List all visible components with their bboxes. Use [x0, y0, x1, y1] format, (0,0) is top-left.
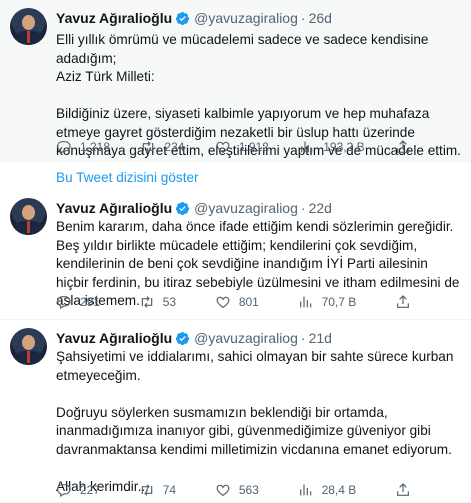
author-handle[interactable]: @yavuzagiraliog — [194, 10, 298, 26]
separator: · — [300, 330, 306, 346]
retweet-button[interactable]: 53 — [139, 294, 176, 310]
views-button[interactable]: 70,7 B — [298, 294, 357, 310]
like-count: 1.912 — [238, 140, 269, 154]
views-icon — [301, 141, 313, 153]
share-button[interactable] — [395, 139, 411, 155]
retweet-count: 74 — [162, 483, 177, 497]
views-count: 70,7 B — [321, 295, 357, 309]
tweet-header: Yavuz Ağıralioğlu @yavuzagiraliog · 22d — [56, 200, 332, 216]
retweet-count: 234 — [164, 140, 185, 154]
reply-icon — [57, 141, 71, 155]
verified-badge-icon — [176, 201, 190, 215]
author-name[interactable]: Yavuz Ağıralioğlu — [56, 330, 172, 346]
views-count: 28,4 B — [321, 483, 357, 497]
share-button[interactable] — [395, 482, 411, 498]
tweet-text: Şahsiyetimi ve iddialarımı, sahici olmay… — [56, 348, 461, 496]
views-count: 193,2 B — [323, 140, 365, 154]
reply-count: 291 — [80, 295, 101, 309]
like-button[interactable]: 563 — [215, 482, 259, 498]
author-name[interactable]: Yavuz Ağıralioğlu — [56, 10, 172, 26]
retweet-icon — [143, 141, 154, 153]
reply-count: 227 — [80, 483, 101, 497]
tweet-paragraph: Şahsiyetimi ve iddialarımı, sahici olmay… — [56, 349, 454, 383]
like-icon — [216, 296, 230, 309]
views-icon — [299, 296, 311, 308]
reply-icon — [57, 484, 71, 498]
reply-icon — [57, 296, 71, 310]
tweet-time[interactable]: 22d — [309, 200, 332, 216]
tweet-paragraph: Elli yıllık ömrümü ve mücadelemi sadece … — [56, 32, 429, 84]
reply-count: 1.218 — [80, 140, 111, 154]
like-icon — [216, 141, 230, 154]
verified-badge-icon — [176, 331, 190, 345]
share-icon — [397, 295, 409, 308]
tweet-actions: 1.218 234 1.912 193,2 B — [56, 139, 411, 155]
avatar[interactable] — [10, 198, 47, 235]
retweet-count: 53 — [162, 295, 177, 309]
author-name[interactable]: Yavuz Ağıralioğlu — [56, 200, 172, 216]
tweet-header: Yavuz Ağıralioğlu @yavuzagiraliog · 26d — [56, 10, 332, 26]
share-button[interactable] — [395, 294, 411, 310]
tweet-1[interactable]: Yavuz Ağıralioğlu @yavuzagiraliog · 26d … — [0, 0, 471, 162]
tweet-header: Yavuz Ağıralioğlu @yavuzagiraliog · 21d — [56, 330, 332, 346]
separator: · — [300, 200, 306, 216]
retweet-icon — [141, 296, 153, 308]
tweet-actions: 227 74 563 28,4 B — [56, 482, 411, 498]
reply-button[interactable]: 227 — [56, 482, 100, 498]
avatar[interactable] — [10, 8, 47, 45]
author-handle[interactable]: @yavuzagiraliog — [194, 200, 298, 216]
avatar[interactable] — [10, 328, 47, 365]
separator: · — [300, 10, 306, 26]
like-count: 563 — [238, 483, 259, 497]
tweet-time[interactable]: 26d — [309, 10, 332, 26]
reply-button[interactable]: 291 — [56, 294, 100, 310]
retweet-button[interactable]: 234 — [140, 139, 184, 155]
author-handle[interactable]: @yavuzagiraliog — [194, 330, 298, 346]
verified-badge-icon — [176, 11, 190, 25]
tweet-2[interactable]: Yavuz Ağıralioğlu @yavuzagiraliog · 22d … — [0, 190, 471, 320]
retweet-button[interactable]: 74 — [139, 482, 176, 498]
tweet-paragraph: Doğruyu söylerken susmamızın beklendiği … — [56, 404, 452, 457]
tweet-3[interactable]: Yavuz Ağıralioğlu @yavuzagiraliog · 21d … — [0, 320, 471, 503]
tweet-actions: 291 53 801 70,7 B — [56, 294, 411, 310]
share-icon — [397, 140, 409, 153]
views-icon — [299, 484, 311, 496]
views-button[interactable]: 28,4 B — [298, 482, 357, 498]
reply-button[interactable]: 1.218 — [56, 139, 110, 155]
like-button[interactable]: 1.912 — [215, 139, 269, 155]
show-thread-link[interactable]: Bu Tweet dizisini göster — [56, 170, 199, 185]
like-count: 801 — [238, 295, 259, 309]
tweet-time[interactable]: 21d — [309, 330, 332, 346]
share-icon — [397, 483, 409, 496]
retweet-icon — [141, 484, 153, 496]
views-button[interactable]: 193,2 B — [299, 139, 365, 155]
like-button[interactable]: 801 — [215, 294, 259, 310]
like-icon — [216, 484, 230, 497]
